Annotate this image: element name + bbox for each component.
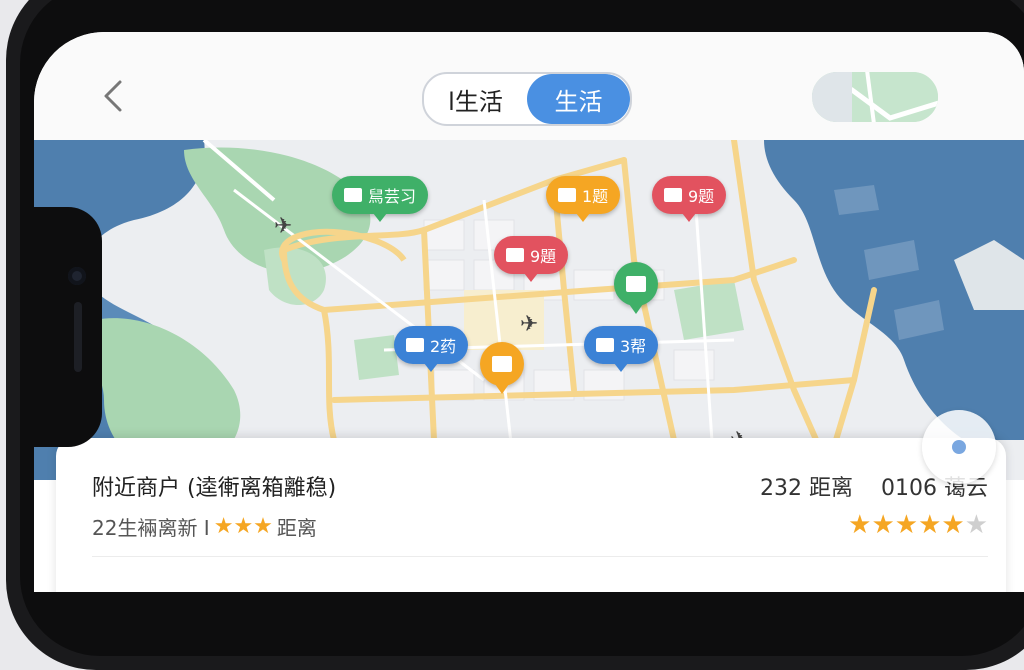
gift-icon [406, 338, 424, 352]
front-camera-icon [68, 267, 86, 285]
map-pin-label: 9题 [688, 187, 715, 206]
gift-icon [664, 188, 682, 202]
rating-full: ★★★★★ [848, 510, 965, 540]
map-pin-gift-blue[interactable]: 2药 [394, 326, 469, 372]
map-pin-label: 舃芸习 [368, 187, 417, 206]
map-pin-ticket[interactable]: 舃芸习 [332, 176, 429, 222]
rating-empty: ★ [964, 510, 988, 540]
map-pin-gift-center[interactable]: 9題 [494, 236, 569, 282]
map-pin-label: 1题 [582, 187, 609, 206]
tab-life-active[interactable]: 生活 [527, 74, 630, 124]
subtitle-stars-icon: ★★★ [213, 514, 273, 539]
location-icon [952, 440, 966, 454]
map-pin-stack[interactable]: 3帮 [584, 326, 659, 372]
airport-icon: ✈ [274, 214, 293, 239]
locate-me-button[interactable] [922, 410, 996, 484]
map-pin-label: 9題 [530, 247, 557, 266]
panel-subtitle: 22生裲离新 I ★★★ 距离 [92, 512, 317, 541]
map-pin-mail-green[interactable] [614, 262, 658, 314]
segmented-tab-control: l生活 生活 [422, 72, 632, 126]
tab-life-first[interactable]: l生活 [424, 74, 527, 124]
subtitle-text: 22生裲离新 I [92, 516, 210, 540]
mail-icon [558, 188, 576, 202]
map-pin-label: 2药 [430, 337, 457, 356]
rating-stars-icon: ★★★★★★ [848, 510, 988, 540]
map-canvas [34, 140, 1024, 480]
distance-value: 232 距离 [760, 476, 854, 501]
landmark-plane-icon: ✈ [520, 312, 539, 337]
map-pin-gift-9[interactable]: 9题 [652, 176, 727, 222]
mail-icon [626, 276, 646, 292]
map-pin-mail-1[interactable]: 1题 [546, 176, 621, 222]
app-screen: l生活 生活 ✈ ✈ 舃芸习 1题 9题 9題 2药 3帮 附近商户 (逵䡓离箱… [34, 32, 1024, 592]
map-pin-label: 3帮 [620, 337, 647, 356]
mail-icon [492, 356, 512, 372]
panel-divider [92, 556, 988, 557]
stack-icon [596, 338, 614, 352]
map-view[interactable]: ✈ ✈ ✈ 舃芸习 1题 9题 9題 2药 [34, 140, 1024, 480]
top-nav-bar: l生活 生活 [34, 32, 1024, 140]
subtitle-suffix: 距离 [276, 516, 317, 540]
map-toggle-switch[interactable] [812, 72, 938, 122]
display-notch [34, 207, 102, 447]
map-pin-mail-orange[interactable] [480, 342, 524, 394]
panel-title: 附近商户 (逵䡓离箱離稳) [92, 476, 337, 501]
merchant-info-panel[interactable]: 附近商户 (逵䡓离箱離稳) 232 距离 0106 蔼云 22生裲离新 I ★★… [56, 438, 1006, 592]
ticket-icon [344, 188, 362, 202]
gift-icon [506, 248, 524, 262]
back-arrow-icon[interactable] [98, 76, 128, 116]
speaker-grille [74, 302, 82, 372]
